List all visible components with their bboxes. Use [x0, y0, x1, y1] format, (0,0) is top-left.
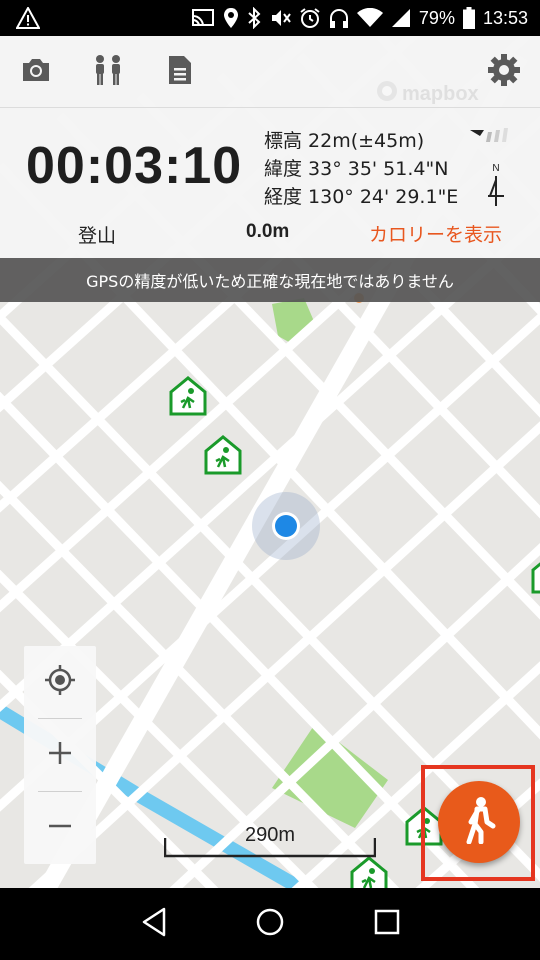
back-icon [141, 907, 167, 941]
map-controls [24, 646, 96, 864]
headphones-icon [329, 7, 349, 29]
altitude-label: 標高 [264, 130, 303, 152]
recents-icon [374, 909, 400, 939]
walking-person-icon [459, 796, 499, 848]
settings-button[interactable] [486, 54, 522, 90]
shelter-icon [204, 435, 242, 475]
camera-button[interactable] [18, 54, 54, 90]
mapbox-logo-icon [376, 80, 398, 108]
latitude-label: 緯度 [264, 158, 303, 180]
zoom-out-button[interactable] [24, 792, 96, 864]
altitude-row: 標高 22m(±45m) [264, 126, 424, 153]
crosshair-icon [44, 664, 76, 700]
compass: N [484, 164, 508, 212]
latitude-row: 緯度 33° 35' 51.4"N [264, 154, 448, 181]
plus-icon [48, 741, 72, 769]
elapsed-time: 00:03:10 [26, 137, 243, 195]
mapbox-attribution: mapbox [376, 80, 479, 108]
warning-icon [16, 7, 40, 29]
scale-line [164, 838, 376, 858]
location-icon [223, 7, 239, 29]
status-bar: 79% 13:53 [0, 0, 540, 36]
battery-icon [462, 7, 475, 29]
zoom-in-button[interactable] [24, 719, 96, 791]
shelter-icon [169, 376, 207, 416]
camera-icon [20, 56, 52, 88]
toolbar: mapbox [0, 36, 540, 108]
shelter-icon [531, 562, 540, 594]
tracking-panel: mapbox 00:03:10 標高 22m(±45m) 緯度 33° 35' 51… [0, 36, 540, 258]
navigation-bar [0, 888, 540, 960]
gps-accuracy-banner: GPSの精度が低いため正確な現在地ではありません [0, 258, 540, 302]
clock: 13:53 [482, 7, 528, 28]
recents-button[interactable] [367, 904, 407, 944]
map-scale-bar: 290m [164, 820, 376, 860]
signal-icon [391, 8, 411, 28]
cast-icon [191, 8, 215, 28]
battery-percent: 79% [418, 7, 455, 28]
gps-strength-icon [468, 128, 510, 150]
home-icon [255, 907, 285, 941]
document-icon [167, 54, 193, 90]
home-button[interactable] [250, 904, 290, 944]
gps-accuracy-message: GPSの精度が低いため正確な現在地ではありません [86, 272, 454, 291]
compass-needle-icon [484, 176, 508, 212]
shelter-icon [350, 856, 388, 888]
longitude-value: 130° 24' 29.1"E [308, 186, 459, 208]
wifi-icon [356, 8, 383, 28]
longitude-label: 経度 [264, 186, 303, 208]
compass-north-label: N [492, 163, 500, 174]
current-location-dot [275, 515, 297, 537]
activity-mode-fab[interactable] [438, 781, 520, 863]
show-calorie-button[interactable]: カロリーを表示 [369, 220, 502, 247]
distance-value: 0.0m [246, 221, 290, 242]
bluetooth-icon [247, 7, 261, 29]
altitude-value: 22m(±45m) [308, 130, 425, 152]
vibrate-off-icon [269, 7, 291, 29]
minus-icon [48, 814, 72, 842]
locate-me-button[interactable] [24, 646, 96, 718]
people-icon [91, 54, 125, 90]
longitude-row: 経度 130° 24' 29.1"E [264, 182, 458, 209]
activity-mode[interactable]: 登山 [78, 221, 116, 248]
people-button[interactable] [90, 54, 126, 90]
record-button[interactable] [162, 54, 198, 90]
alarm-icon [299, 7, 321, 29]
settings-icon [487, 53, 521, 91]
latitude-value: 33° 35' 51.4"N [308, 158, 449, 180]
back-button[interactable] [134, 904, 174, 944]
